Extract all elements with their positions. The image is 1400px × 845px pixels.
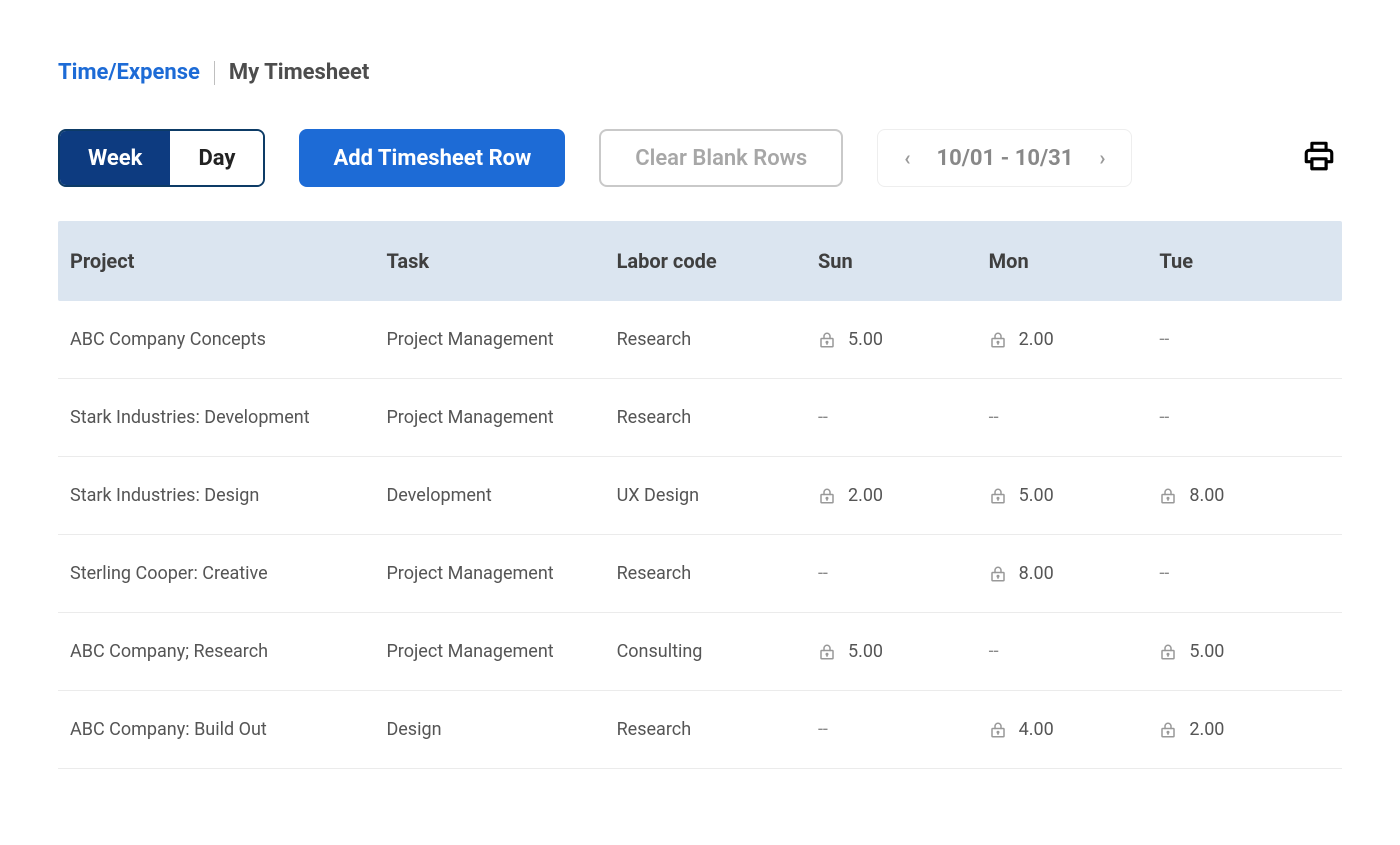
cell-task[interactable]: Project Management bbox=[386, 407, 616, 428]
view-toggle-day[interactable]: Day bbox=[170, 131, 263, 185]
time-cell[interactable]: 5.00 bbox=[1159, 641, 1330, 662]
time-cell[interactable]: -- bbox=[989, 407, 1160, 428]
date-range-label[interactable]: 10/01 - 10/31 bbox=[936, 146, 1073, 171]
print-button[interactable] bbox=[1296, 129, 1342, 187]
breadcrumb-current: My Timesheet bbox=[229, 60, 369, 85]
col-header-project: Project bbox=[70, 249, 386, 273]
cell-labor[interactable]: Research bbox=[617, 719, 818, 740]
time-cell[interactable]: 5.00 bbox=[818, 329, 989, 350]
time-value: 4.00 bbox=[1019, 719, 1054, 740]
chevron-left-icon[interactable]: ‹ bbox=[898, 142, 916, 174]
lock-icon bbox=[989, 720, 1007, 740]
time-cell[interactable]: 4.00 bbox=[989, 719, 1160, 740]
cell-labor[interactable]: Research bbox=[617, 407, 818, 428]
table-body: ABC Company ConceptsProject ManagementRe… bbox=[58, 301, 1342, 769]
time-value: 2.00 bbox=[1019, 329, 1054, 350]
time-cell[interactable]: 2.00 bbox=[818, 485, 989, 506]
time-value: 5.00 bbox=[848, 641, 883, 662]
cell-labor[interactable]: Consulting bbox=[617, 641, 818, 662]
cell-project[interactable]: Stark Industries: Design bbox=[70, 485, 386, 506]
time-cell[interactable]: 2.00 bbox=[1159, 719, 1330, 740]
time-cell[interactable]: 2.00 bbox=[989, 329, 1160, 350]
cell-project[interactable]: Stark Industries: Development bbox=[70, 407, 386, 428]
table-row: Stark Industries: DesignDevelopmentUX De… bbox=[58, 457, 1342, 535]
breadcrumb-separator bbox=[214, 61, 215, 85]
cell-task[interactable]: Project Management bbox=[386, 641, 616, 662]
cell-project[interactable]: ABC Company: Build Out bbox=[70, 719, 386, 740]
toolbar: Week Day Add Timesheet Row Clear Blank R… bbox=[58, 129, 1342, 187]
time-cell[interactable]: -- bbox=[989, 641, 1160, 662]
cell-labor[interactable]: UX Design bbox=[617, 485, 818, 506]
table-row: ABC Company ConceptsProject ManagementRe… bbox=[58, 301, 1342, 379]
time-value: 5.00 bbox=[1189, 641, 1224, 662]
cell-labor[interactable]: Research bbox=[617, 563, 818, 584]
time-value: -- bbox=[1159, 563, 1169, 584]
time-cell[interactable]: -- bbox=[1159, 407, 1330, 428]
time-cell[interactable]: 8.00 bbox=[1159, 485, 1330, 506]
time-cell[interactable]: -- bbox=[818, 563, 989, 584]
time-cell[interactable]: -- bbox=[1159, 563, 1330, 584]
date-range-picker: ‹ 10/01 - 10/31 › bbox=[877, 129, 1132, 187]
chevron-right-icon[interactable]: › bbox=[1093, 142, 1111, 174]
col-header-task: Task bbox=[386, 249, 616, 273]
col-header-tue: Tue bbox=[1159, 249, 1330, 273]
cell-labor[interactable]: Research bbox=[617, 329, 818, 350]
col-header-mon: Mon bbox=[989, 249, 1160, 273]
time-cell[interactable]: -- bbox=[1159, 329, 1330, 350]
cell-task[interactable]: Project Management bbox=[386, 329, 616, 350]
lock-icon bbox=[989, 486, 1007, 506]
time-value: -- bbox=[1159, 329, 1169, 350]
time-value: 5.00 bbox=[848, 329, 883, 350]
cell-task[interactable]: Development bbox=[386, 485, 616, 506]
time-value: 8.00 bbox=[1189, 485, 1224, 506]
cell-project[interactable]: ABC Company; Research bbox=[70, 641, 386, 662]
lock-icon bbox=[818, 330, 836, 350]
time-cell[interactable]: -- bbox=[818, 407, 989, 428]
cell-task[interactable]: Design bbox=[386, 719, 616, 740]
time-value: 5.00 bbox=[1019, 485, 1054, 506]
table-row: Stark Industries: DevelopmentProject Man… bbox=[58, 379, 1342, 457]
breadcrumb-section-link[interactable]: Time/Expense bbox=[58, 60, 200, 85]
print-icon bbox=[1302, 139, 1336, 177]
time-value: -- bbox=[818, 407, 828, 428]
time-value: -- bbox=[989, 407, 999, 428]
cell-task[interactable]: Project Management bbox=[386, 563, 616, 584]
lock-icon bbox=[1159, 486, 1177, 506]
view-toggle-week[interactable]: Week bbox=[60, 131, 170, 185]
time-cell[interactable]: 5.00 bbox=[989, 485, 1160, 506]
table-row: ABC Company: Build OutDesignResearch-- 4.… bbox=[58, 691, 1342, 769]
breadcrumb: Time/Expense My Timesheet bbox=[58, 60, 1342, 85]
time-value: -- bbox=[989, 641, 999, 662]
lock-icon bbox=[1159, 642, 1177, 662]
cell-project[interactable]: Sterling Cooper: Creative bbox=[70, 563, 386, 584]
time-value: -- bbox=[818, 563, 828, 584]
clear-blank-rows-button[interactable]: Clear Blank Rows bbox=[599, 129, 843, 187]
lock-icon bbox=[989, 330, 1007, 350]
table-row: Sterling Cooper: CreativeProject Managem… bbox=[58, 535, 1342, 613]
lock-icon bbox=[1159, 720, 1177, 740]
view-toggle: Week Day bbox=[58, 129, 265, 187]
add-timesheet-row-button[interactable]: Add Timesheet Row bbox=[299, 129, 565, 187]
time-value: -- bbox=[818, 719, 828, 740]
lock-icon bbox=[818, 642, 836, 662]
time-cell[interactable]: 8.00 bbox=[989, 563, 1160, 584]
table-row: ABC Company; ResearchProject ManagementC… bbox=[58, 613, 1342, 691]
time-value: -- bbox=[1159, 407, 1169, 428]
cell-project[interactable]: ABC Company Concepts bbox=[70, 329, 386, 350]
time-value: 2.00 bbox=[848, 485, 883, 506]
col-header-sun: Sun bbox=[818, 249, 989, 273]
time-value: 2.00 bbox=[1189, 719, 1224, 740]
lock-icon bbox=[989, 564, 1007, 584]
time-cell[interactable]: 5.00 bbox=[818, 641, 989, 662]
table-header: Project Task Labor code Sun Mon Tue bbox=[58, 221, 1342, 301]
col-header-labor: Labor code bbox=[617, 249, 818, 273]
timesheet-table: Project Task Labor code Sun Mon Tue ABC … bbox=[58, 221, 1342, 769]
time-cell[interactable]: -- bbox=[818, 719, 989, 740]
lock-icon bbox=[818, 486, 836, 506]
time-value: 8.00 bbox=[1019, 563, 1054, 584]
